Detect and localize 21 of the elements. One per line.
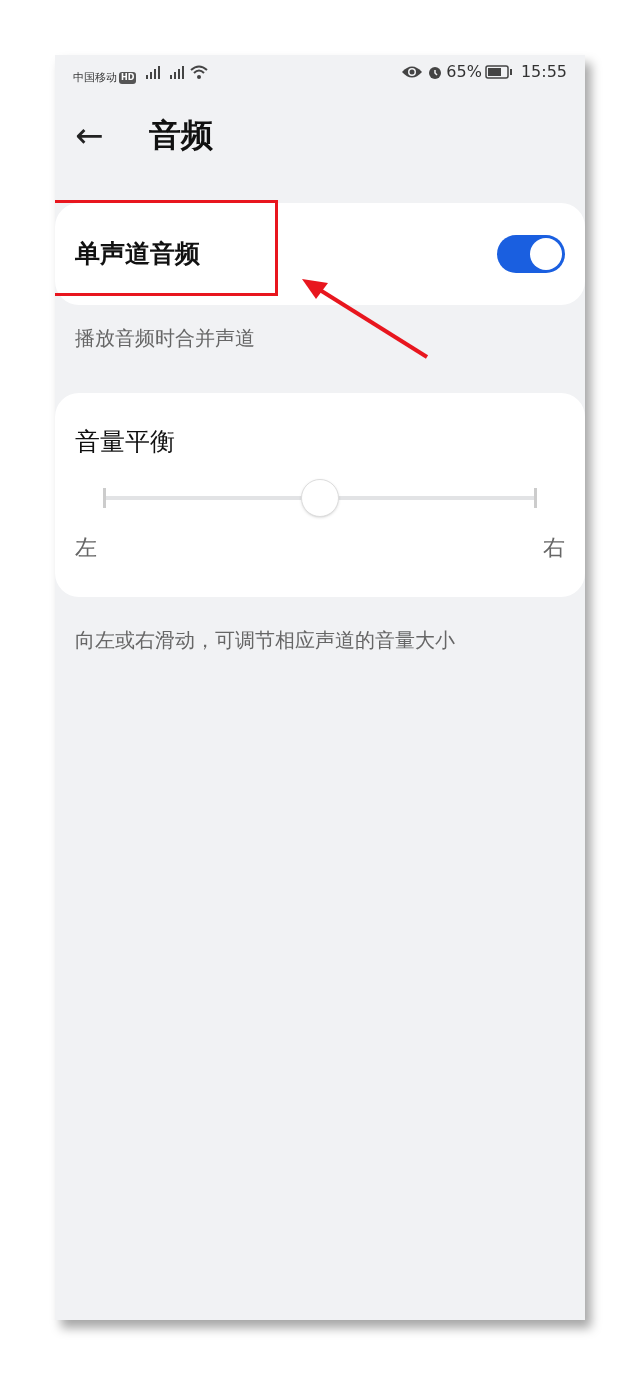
hd-badge: HD (119, 72, 137, 84)
slider-thumb[interactable] (301, 478, 339, 517)
signal-icon (168, 65, 187, 79)
left-label: 左 (75, 533, 97, 562)
wifi-icon (190, 65, 209, 79)
clock-time: 15:55 (520, 61, 567, 83)
eye-icon (401, 65, 424, 79)
setting-description: 播放音频时合并声道 (74, 325, 256, 352)
toggle-switch[interactable] (497, 235, 565, 273)
right-label: 右 (543, 533, 565, 562)
back-button[interactable]: ← (75, 118, 119, 152)
setting-label: 单声道音频 (75, 238, 200, 271)
alarm-icon (427, 64, 444, 80)
page-title: 音频 (149, 115, 213, 156)
signal-icon (144, 65, 163, 79)
battery-icon (484, 65, 513, 79)
balance-slider[interactable] (103, 478, 537, 517)
battery-percent: 65% (446, 61, 482, 83)
carrier-name: 中国移动 (73, 69, 117, 86)
setting-label: 音量平衡 (75, 426, 176, 458)
setting-description: 向左或右滑动，可调节相应声道的音量大小 (74, 627, 456, 654)
